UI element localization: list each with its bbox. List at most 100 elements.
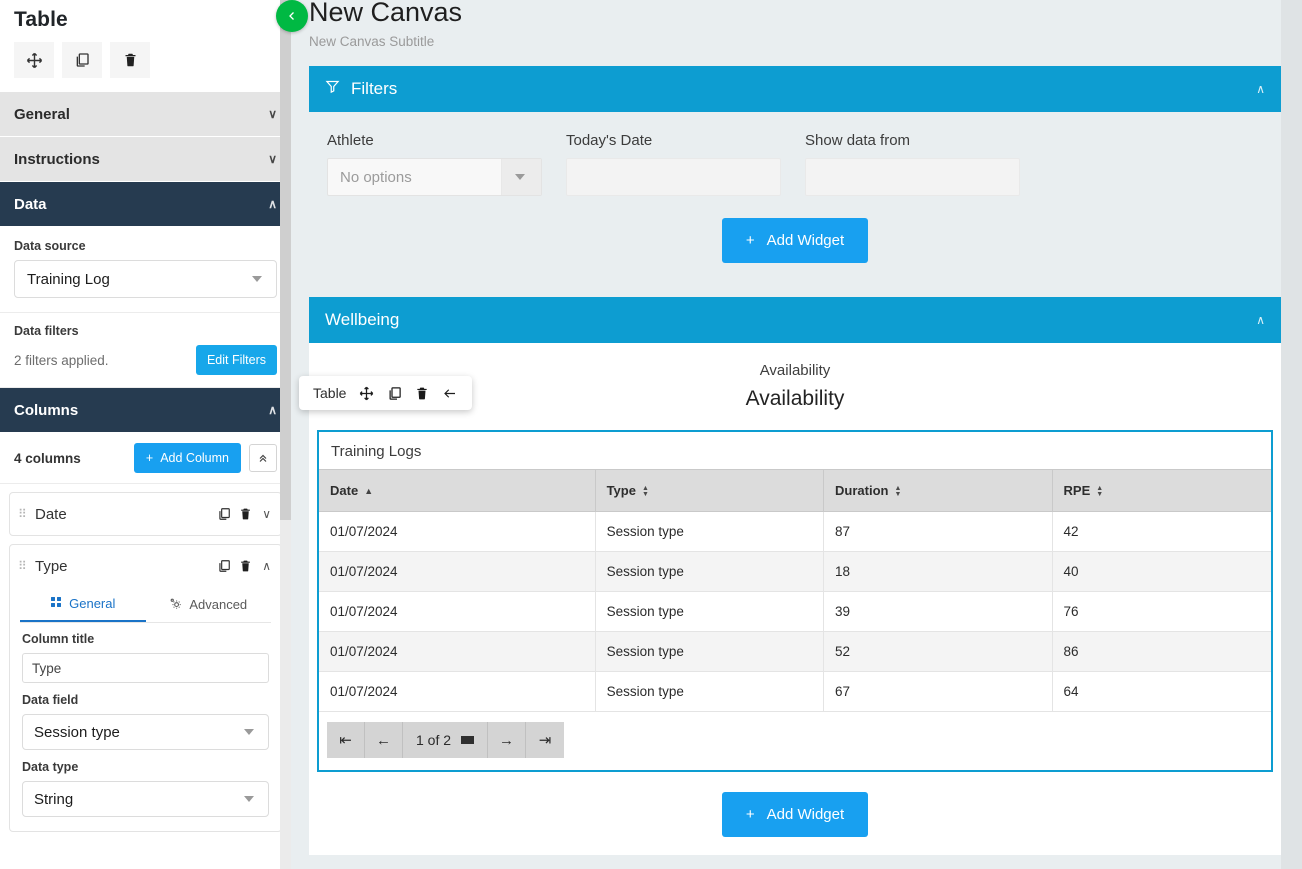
chevron-up-icon: ∧ — [268, 197, 277, 211]
sidebar-collapse-button[interactable] — [276, 0, 308, 32]
cell-type: Session type — [595, 591, 825, 632]
data-source-select[interactable]: Training Log — [14, 260, 277, 298]
duplicate-icon[interactable] — [62, 42, 102, 78]
column-header-duration[interactable]: Duration ▲ ▼ — [823, 469, 1053, 512]
wellbeing-panel-header[interactable]: Wellbeing ∧ — [309, 297, 1281, 343]
cell-date: 01/07/2024 — [319, 591, 596, 632]
filters-applied-count: 2 filters applied. — [14, 352, 109, 368]
drag-handle-icon[interactable]: ⠿ — [18, 560, 27, 572]
filter-field-show-data-from: Show data from — [805, 132, 1020, 196]
cell-date: 01/07/2024 — [319, 551, 596, 592]
cell-date: 01/07/2024 — [319, 511, 596, 552]
table-row[interactable]: 01/07/2024 Session type 39 76 — [319, 591, 1271, 632]
column-card-type: ⠿ Type ∧ General Advanced Column title T… — [9, 544, 282, 832]
sidebar-section-general[interactable]: General ∨ — [0, 92, 291, 137]
sidebar-section-columns-label: Columns — [14, 401, 79, 419]
delete-icon[interactable] — [110, 42, 150, 78]
chevron-down-icon — [244, 796, 254, 802]
table-row[interactable]: 01/07/2024 Session type 52 86 — [319, 631, 1271, 672]
chevron-left-icon — [289, 12, 294, 20]
column-title-input[interactable] — [22, 653, 269, 683]
athlete-select[interactable]: No options — [327, 158, 542, 196]
cell-type: Session type — [595, 551, 825, 592]
sidebar-section-instructions[interactable]: Instructions ∨ — [0, 137, 291, 182]
add-widget-button-wellbeing[interactable]: + Add Widget — [721, 792, 869, 837]
cell-type: Session type — [595, 631, 825, 672]
filters-panel-header[interactable]: Filters ∧ — [309, 66, 1281, 112]
pagination-prev-button[interactable]: ← — [365, 722, 403, 758]
cell-date: 01/07/2024 — [319, 631, 596, 672]
filter-todays-date-label: Today's Date — [566, 132, 653, 149]
chevron-down-icon: ∨ — [268, 107, 277, 121]
column-card-date-header[interactable]: ⠿ Date ∨ — [10, 493, 281, 535]
duplicate-icon[interactable] — [387, 386, 402, 401]
add-column-button[interactable]: + Add Column — [133, 443, 241, 473]
tab-advanced[interactable]: Advanced — [146, 587, 272, 622]
chevron-up-icon[interactable]: ∧ — [260, 559, 271, 573]
drag-handle-icon[interactable]: ⠿ — [18, 508, 27, 520]
filter-funnel-icon — [325, 79, 340, 99]
canvas-right-gutter — [1281, 0, 1302, 869]
edit-filters-button[interactable]: Edit Filters — [195, 345, 277, 375]
move-icon[interactable] — [359, 386, 374, 401]
chevron-down-icon[interactable] — [501, 159, 541, 195]
column-header-rpe[interactable]: RPE ▲ ▼ — [1052, 469, 1271, 512]
pagination-last-button[interactable]: ⇥ — [526, 722, 565, 758]
cell-type: Session type — [595, 671, 825, 712]
sort-none-icon: ▲ ▼ — [894, 484, 902, 498]
duplicate-icon[interactable] — [217, 559, 231, 573]
chevron-down-icon[interactable]: ∨ — [260, 507, 271, 521]
cell-rpe: 40 — [1052, 551, 1271, 592]
column-editor-body: Column title Data field Session type Dat… — [10, 623, 281, 831]
sort-asc-icon: ▲ — [364, 486, 374, 496]
data-type-select[interactable]: String — [22, 781, 269, 817]
column-editor-tabs: General Advanced — [20, 587, 271, 623]
sidebar-section-data[interactable]: Data ∧ — [0, 182, 291, 227]
table-body: 01/07/2024 Session type 87 42 01/07/2024… — [319, 511, 1271, 712]
chevron-down-icon — [244, 729, 254, 735]
properties-sidebar: Table General ∨ Instructions ∨ Data ∧ Da… — [0, 0, 291, 869]
show-data-from-input[interactable] — [805, 158, 1020, 196]
back-arrow-icon[interactable] — [442, 386, 458, 401]
collapse-all-icon[interactable] — [249, 444, 277, 472]
table-row[interactable]: 01/07/2024 Session type 67 64 — [319, 671, 1271, 712]
move-icon[interactable] — [14, 42, 54, 78]
sidebar-section-instructions-label: Instructions — [14, 150, 100, 168]
plus-icon: + — [745, 806, 755, 823]
canvas-subtitle: New Canvas Subtitle — [309, 34, 435, 49]
table-header-row: Date ▲ Type ▲ ▼ Duration ▲ ▼ RPE ▲ ▼ — [319, 469, 1271, 512]
pagination-marker-icon — [461, 736, 475, 744]
pagination-next-button[interactable]: → — [488, 722, 527, 758]
pagination-first-button[interactable]: ⇤ — [327, 722, 365, 758]
canvas-header: New Canvas New Canvas Subtitle — [291, 0, 1302, 49]
delete-icon[interactable] — [415, 386, 429, 401]
sort-none-icon: ▲ ▼ — [1096, 484, 1104, 498]
column-header-type[interactable]: Type ▲ ▼ — [595, 469, 825, 512]
delete-icon[interactable] — [239, 559, 252, 573]
filters-panel-title: Filters — [351, 79, 398, 98]
filters-panel: Filters ∧ Athlete No options Today's Dat… — [309, 66, 1281, 280]
float-toolbar-label: Table — [313, 385, 347, 401]
sidebar-section-columns[interactable]: Columns ∧ — [0, 388, 291, 433]
add-widget-button-filters[interactable]: + Add Widget — [721, 218, 869, 263]
table-row[interactable]: 01/07/2024 Session type 87 42 — [319, 511, 1271, 552]
duplicate-icon[interactable] — [217, 507, 231, 521]
tab-general[interactable]: General — [20, 587, 146, 622]
filter-show-data-from-label: Show data from — [805, 132, 911, 149]
filter-field-todays-date: Today's Date — [566, 132, 781, 196]
app-root: Table General ∨ Instructions ∨ Data ∧ Da… — [0, 0, 1302, 869]
training-logs-table-widget[interactable]: Training Logs Date ▲ Type ▲ ▼ Duration ▲… — [317, 430, 1273, 772]
widget-action-toolbar — [0, 36, 291, 92]
table-row[interactable]: 01/07/2024 Session type 18 40 — [319, 551, 1271, 592]
tab-advanced-label: Advanced — [189, 597, 248, 612]
sidebar-scrollbar-thumb[interactable] — [280, 0, 291, 520]
pagination-page-indicator: 1 of 2 — [403, 722, 489, 758]
data-field-select[interactable]: Session type — [22, 714, 269, 750]
column-card-type-header[interactable]: ⠿ Type ∧ — [10, 545, 281, 587]
sidebar-scrollbar[interactable] — [280, 0, 291, 869]
column-header-date[interactable]: Date ▲ — [319, 469, 596, 512]
chevron-up-icon: ∧ — [1256, 82, 1265, 96]
todays-date-input[interactable] — [566, 158, 781, 196]
chevron-down-icon: ∨ — [268, 152, 277, 166]
delete-icon[interactable] — [239, 507, 252, 521]
